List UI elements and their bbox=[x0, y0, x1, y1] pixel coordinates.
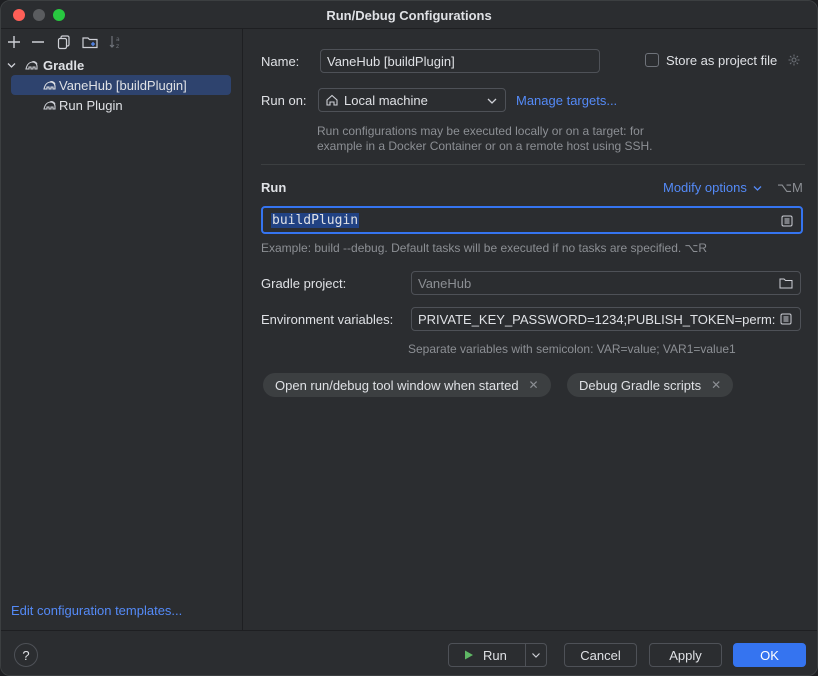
chip-label: Debug Gradle scripts bbox=[579, 377, 702, 393]
run-button-divider bbox=[525, 644, 526, 666]
tree-group-gradle[interactable]: Gradle bbox=[1, 55, 243, 75]
help-button[interactable]: ? bbox=[14, 643, 38, 667]
gradle-icon bbox=[25, 61, 38, 70]
store-as-project-file-label: Store as project file bbox=[666, 53, 778, 68]
modify-options-label: Modify options bbox=[663, 180, 747, 195]
tree-item-label: VaneHub [buildPlugin] bbox=[59, 77, 187, 93]
environment-variables-label: Environment variables: bbox=[261, 312, 394, 327]
tree-item-run-plugin[interactable]: Run Plugin bbox=[1, 95, 243, 115]
expand-field-icon[interactable] bbox=[780, 313, 792, 325]
tasks-input-value: buildPlugin bbox=[271, 212, 360, 228]
tasks-input[interactable]: buildPlugin bbox=[261, 206, 803, 234]
title-bar: Run/Debug Configurations bbox=[1, 1, 817, 29]
run-section-title: Run bbox=[261, 180, 287, 195]
gradle-icon bbox=[43, 81, 56, 90]
environment-variables-value: PRIVATE_KEY_PASSWORD=1234;PUBLISH_TOKEN=… bbox=[418, 311, 776, 327]
name-input-value: VaneHub [buildPlugin] bbox=[327, 53, 455, 69]
chip-label: Open run/debug tool window when started bbox=[275, 377, 519, 393]
apply-button[interactable]: Apply bbox=[649, 643, 722, 667]
expand-field-icon[interactable] bbox=[781, 215, 793, 227]
environment-variables-hint: Separate variables with semicolon: VAR=v… bbox=[408, 342, 736, 356]
add-icon[interactable] bbox=[5, 33, 23, 51]
cancel-button[interactable]: Cancel bbox=[564, 643, 637, 667]
modify-options-shortcut: ⌥M bbox=[777, 180, 803, 195]
play-icon bbox=[465, 650, 473, 660]
environment-variables-input[interactable]: PRIVATE_KEY_PASSWORD=1234;PUBLISH_TOKEN=… bbox=[411, 307, 801, 331]
gradle-icon bbox=[43, 101, 56, 110]
folder-add-icon[interactable] bbox=[81, 33, 99, 51]
section-divider bbox=[261, 164, 805, 165]
chevron-down-icon bbox=[487, 98, 497, 104]
configurations-sidebar: a z Gradle VaneHub [buildPlugin] Run Plu… bbox=[1, 29, 243, 630]
chip-remove-icon[interactable]: ✕ bbox=[529, 378, 539, 392]
svg-text:a: a bbox=[116, 36, 120, 43]
folder-icon[interactable] bbox=[779, 277, 793, 289]
tree-item-label: Run Plugin bbox=[59, 97, 123, 113]
run-button[interactable]: Run bbox=[448, 643, 547, 667]
sort-icon[interactable]: a z bbox=[107, 33, 125, 51]
edit-configuration-templates-link[interactable]: Edit configuration templates... bbox=[11, 603, 182, 618]
configuration-form: Name: VaneHub [buildPlugin] Store as pro… bbox=[244, 29, 817, 630]
run-on-hint-line1: Run configurations may be executed local… bbox=[317, 124, 644, 138]
chevron-down-icon[interactable] bbox=[531, 652, 541, 659]
tree-group-label: Gradle bbox=[43, 57, 85, 73]
chip-remove-icon[interactable]: ✕ bbox=[711, 378, 721, 392]
chevron-down-icon[interactable] bbox=[7, 61, 16, 70]
gradle-project-value: VaneHub bbox=[418, 275, 472, 291]
tasks-hint: Example: build --debug. Default tasks wi… bbox=[261, 241, 708, 255]
store-as-project-file-checkbox[interactable] bbox=[645, 53, 659, 67]
run-on-hint-line2: example in a Docker Container or on a re… bbox=[317, 139, 653, 153]
chip-open-run-debug-tool-window: Open run/debug tool window when started … bbox=[263, 373, 551, 397]
run-debug-configurations-dialog: Run/Debug Configurations a z Gradle Vane… bbox=[0, 0, 818, 676]
modify-options-link[interactable]: Modify options bbox=[663, 180, 762, 195]
gear-icon[interactable] bbox=[787, 53, 801, 67]
remove-icon[interactable] bbox=[29, 33, 47, 51]
home-icon bbox=[326, 94, 338, 106]
copy-icon[interactable] bbox=[55, 33, 73, 51]
svg-text:z: z bbox=[116, 43, 119, 50]
ok-button[interactable]: OK bbox=[733, 643, 806, 667]
chevron-down-icon bbox=[753, 186, 762, 191]
name-label: Name: bbox=[261, 54, 300, 69]
gradle-project-input[interactable]: VaneHub bbox=[411, 271, 801, 295]
gradle-project-label: Gradle project: bbox=[261, 276, 347, 291]
sidebar-toolbar: a z bbox=[1, 29, 242, 55]
name-input[interactable]: VaneHub [buildPlugin] bbox=[320, 49, 600, 73]
window-title: Run/Debug Configurations bbox=[326, 8, 492, 23]
run-button-label: Run bbox=[483, 647, 507, 663]
dialog-footer: ? Run Cancel Apply OK bbox=[1, 630, 817, 675]
run-on-label: Run on: bbox=[261, 93, 307, 108]
chip-debug-gradle-scripts: Debug Gradle scripts ✕ bbox=[567, 373, 734, 397]
run-on-select[interactable]: Local machine bbox=[318, 88, 506, 112]
run-on-value: Local machine bbox=[344, 92, 428, 108]
manage-targets-link[interactable]: Manage targets... bbox=[516, 93, 617, 108]
tree-item-vanehub-buildplugin[interactable]: VaneHub [buildPlugin] bbox=[1, 75, 243, 95]
